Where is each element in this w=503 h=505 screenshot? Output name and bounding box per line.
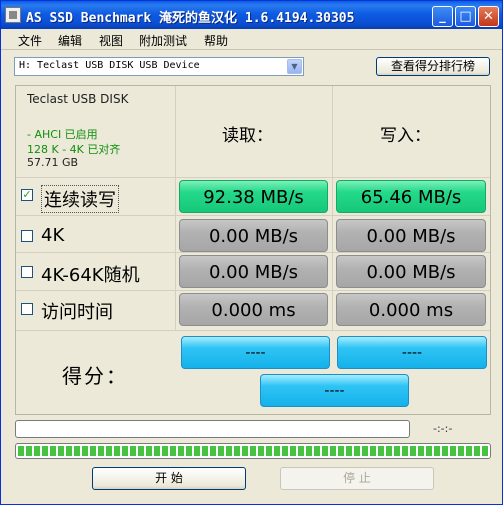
app-icon bbox=[5, 7, 21, 23]
window-title: AS SSD Benchmark 淹死的鱼汉化 1.6.4194.30305 bbox=[26, 11, 355, 26]
access-time-checkbox[interactable] bbox=[21, 303, 33, 315]
drive-name: Teclast USB DISK bbox=[27, 92, 129, 106]
score-label: 得分： bbox=[62, 364, 128, 388]
start-button[interactable]: 开 始 bbox=[92, 467, 246, 490]
4k-checkbox[interactable] bbox=[21, 230, 33, 242]
grid-divider bbox=[332, 86, 333, 330]
maximize-button[interactable]: □ bbox=[455, 6, 476, 27]
score-total: ---- bbox=[260, 374, 409, 407]
progress-bar bbox=[15, 420, 410, 438]
stop-button[interactable]: 停 止 bbox=[280, 467, 434, 490]
4k-write-result: 0.00 MB/s bbox=[336, 219, 486, 252]
drive-size: 57.71 GB bbox=[27, 156, 79, 169]
ranking-button[interactable]: 查看得分排行榜 bbox=[376, 57, 490, 76]
menu-help[interactable]: 帮助 bbox=[204, 32, 228, 49]
4k-label[interactable]: 4K bbox=[41, 225, 64, 246]
seq-write-result: 65.46 MB/s bbox=[336, 180, 486, 213]
4k-read-result: 0.00 MB/s bbox=[179, 219, 328, 252]
grid-divider bbox=[16, 330, 490, 331]
title-bar[interactable]: AS SSD Benchmark 淹死的鱼汉化 1.6.4194.30305 _… bbox=[1, 1, 502, 29]
access-write-result: 0.000 ms bbox=[336, 293, 486, 326]
main-window: AS SSD Benchmark 淹死的鱼汉化 1.6.4194.30305 _… bbox=[0, 0, 503, 505]
ahci-status: - AHCI 已启用 bbox=[27, 128, 98, 141]
seq-checkbox[interactable]: ✓ bbox=[21, 189, 33, 201]
activity-indicator bbox=[15, 443, 491, 459]
4k64-checkbox[interactable] bbox=[21, 266, 33, 278]
access-time-label[interactable]: 访问时间 bbox=[41, 298, 113, 324]
access-read-result: 0.000 ms bbox=[179, 293, 328, 326]
seq-label[interactable]: 连续读写 bbox=[41, 185, 119, 213]
menu-view[interactable]: 视图 bbox=[99, 32, 123, 49]
4k64-write-result: 0.00 MB/s bbox=[336, 255, 486, 288]
minimize-button[interactable]: _ bbox=[432, 6, 453, 27]
4k64-read-result: 0.00 MB/s bbox=[179, 255, 328, 288]
menu-file[interactable]: 文件 bbox=[18, 32, 42, 49]
score-read: ---- bbox=[181, 336, 330, 369]
close-button[interactable]: ✕ bbox=[478, 6, 499, 27]
menu-edit[interactable]: 编辑 bbox=[58, 32, 82, 49]
chevron-down-icon[interactable]: ▼ bbox=[287, 59, 302, 74]
grid-divider bbox=[175, 86, 176, 330]
drive-dropdown-value: H: Teclast USB DISK USB Device bbox=[19, 60, 200, 71]
grid-divider bbox=[16, 177, 490, 178]
elapsed-time: -:-:- bbox=[433, 422, 453, 435]
grid-divider bbox=[16, 215, 490, 216]
menu-bar: 文件 编辑 视图 附加测试 帮助 bbox=[1, 29, 502, 50]
write-column-header: 写入： bbox=[380, 126, 431, 146]
activity-fill bbox=[18, 446, 488, 456]
alignment-status: 128 K - 4K 已对齐 bbox=[27, 143, 121, 156]
menu-extra-tests[interactable]: 附加测试 bbox=[139, 32, 187, 49]
seq-read-result: 92.38 MB/s bbox=[179, 180, 328, 213]
drive-dropdown[interactable]: H: Teclast USB DISK USB Device ▼ bbox=[14, 57, 304, 76]
read-column-header: 读取： bbox=[222, 126, 273, 146]
4k64-label[interactable]: 4K-64K随机 bbox=[41, 261, 140, 287]
score-write: ---- bbox=[337, 336, 487, 369]
grid-divider bbox=[16, 290, 490, 291]
